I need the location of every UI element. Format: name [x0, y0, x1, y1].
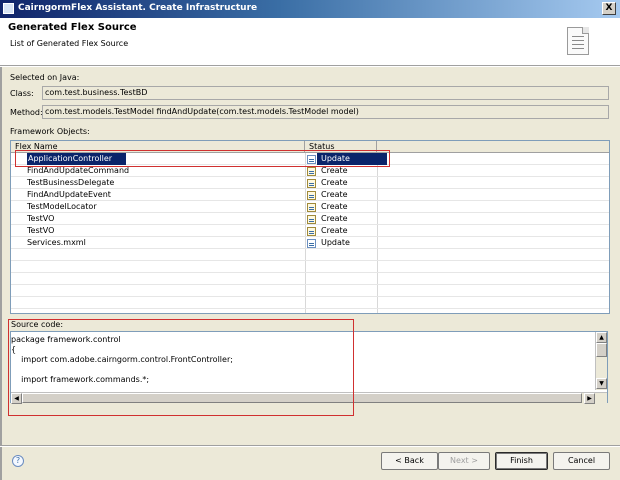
update-file-icon	[307, 239, 316, 248]
scroll-left-button[interactable]: ◀	[11, 393, 22, 404]
table-row[interactable]: TestModelLocator Create	[11, 201, 609, 213]
next-button[interactable]: Next >	[438, 452, 490, 470]
cancel-button[interactable]: Cancel	[553, 452, 610, 470]
wizard-header: Generated Flex Source List of Generated …	[0, 18, 620, 66]
selected-section-label: Selected on Java:	[10, 73, 80, 82]
code-line: import framework.commands.*;	[11, 375, 150, 384]
vertical-scrollbar[interactable]: ▲ ▼	[595, 332, 607, 390]
empty-row	[11, 249, 609, 261]
row-status: Update	[321, 154, 350, 163]
finish-button[interactable]: Finish	[495, 452, 548, 470]
create-file-icon	[307, 227, 316, 236]
column-header-status[interactable]: Status	[305, 141, 377, 153]
framework-section-label: Framework Objects:	[10, 127, 90, 136]
horizontal-scroll-thumb[interactable]	[22, 393, 582, 403]
row-flex-name: TestModelLocator	[27, 202, 97, 211]
empty-row	[11, 273, 609, 285]
create-file-icon	[307, 203, 316, 212]
row-flex-name: FindAndUpdateCommand	[27, 166, 130, 175]
table-row[interactable]: TestVO Create	[11, 225, 609, 237]
row-status: Create	[321, 214, 348, 223]
code-line: package framework.control	[11, 335, 121, 344]
table-row[interactable]: TestBusinessDelegate Create	[11, 177, 609, 189]
row-flex-name: TestVO	[27, 226, 55, 235]
code-line: {	[11, 345, 17, 354]
back-button[interactable]: < Back	[381, 452, 438, 470]
class-label: Class:	[10, 89, 34, 98]
table-row[interactable]: ApplicationController Update	[11, 153, 609, 165]
row-flex-name: Services.mxml	[27, 238, 86, 247]
scroll-right-button[interactable]: ▶	[584, 393, 595, 404]
source-code-label: Source code:	[11, 320, 64, 329]
button-bar-separator	[0, 445, 620, 447]
row-flex-name: TestBusinessDelegate	[27, 178, 115, 187]
vertical-scroll-thumb[interactable]	[596, 343, 607, 357]
scroll-up-button[interactable]: ▲	[596, 332, 607, 343]
title-bar[interactable]: CairngormFlex Assistant. Create Infrastr…	[0, 0, 620, 18]
create-file-icon	[307, 167, 316, 176]
window-title: CairngormFlex Assistant. Create Infrastr…	[18, 3, 258, 13]
method-field[interactable]: com.test.models.TestModel findAndUpdate(…	[42, 105, 609, 119]
table-row[interactable]: TestVO Create	[11, 213, 609, 225]
create-file-icon	[307, 215, 316, 224]
code-line: import com.adobe.cairngorm.control.Front…	[11, 355, 233, 364]
row-status: Create	[321, 226, 348, 235]
app-icon	[3, 3, 14, 14]
document-icon	[567, 27, 589, 55]
table-row[interactable]: Services.mxml Update	[11, 237, 609, 249]
close-button[interactable]: X	[602, 2, 616, 15]
column-header-flex-name[interactable]: Flex Name	[11, 141, 305, 153]
update-file-icon	[307, 155, 316, 164]
table-row[interactable]: FindAndUpdateEvent Create	[11, 189, 609, 201]
row-flex-name: TestVO	[27, 214, 55, 223]
row-flex-name: ApplicationController	[27, 153, 127, 165]
empty-row	[11, 297, 609, 309]
row-status: Create	[321, 178, 348, 187]
row-status: Create	[321, 202, 348, 211]
table-row[interactable]: FindAndUpdateCommand Create	[11, 165, 609, 177]
class-field[interactable]: com.test.business.TestBD	[42, 86, 609, 100]
method-label: Method:	[10, 108, 43, 117]
row-status: Update	[321, 238, 350, 247]
row-status: Create	[321, 166, 348, 175]
empty-row	[11, 261, 609, 273]
left-edge-divider	[0, 67, 2, 480]
empty-row	[11, 285, 609, 297]
scroll-down-button[interactable]: ▼	[596, 378, 607, 389]
create-file-icon	[307, 191, 316, 200]
row-status: Create	[321, 190, 348, 199]
help-icon[interactable]: ?	[12, 455, 24, 467]
horizontal-scrollbar[interactable]: ◀ ▶	[11, 392, 607, 404]
create-file-icon	[307, 179, 316, 188]
page-description: List of Generated Flex Source	[10, 39, 129, 48]
column-header-filler	[377, 141, 609, 153]
framework-objects-table[interactable]: Flex Name Status ApplicationController U…	[10, 140, 610, 314]
page-title: Generated Flex Source	[8, 22, 137, 33]
row-flex-name: FindAndUpdateEvent	[27, 190, 111, 199]
